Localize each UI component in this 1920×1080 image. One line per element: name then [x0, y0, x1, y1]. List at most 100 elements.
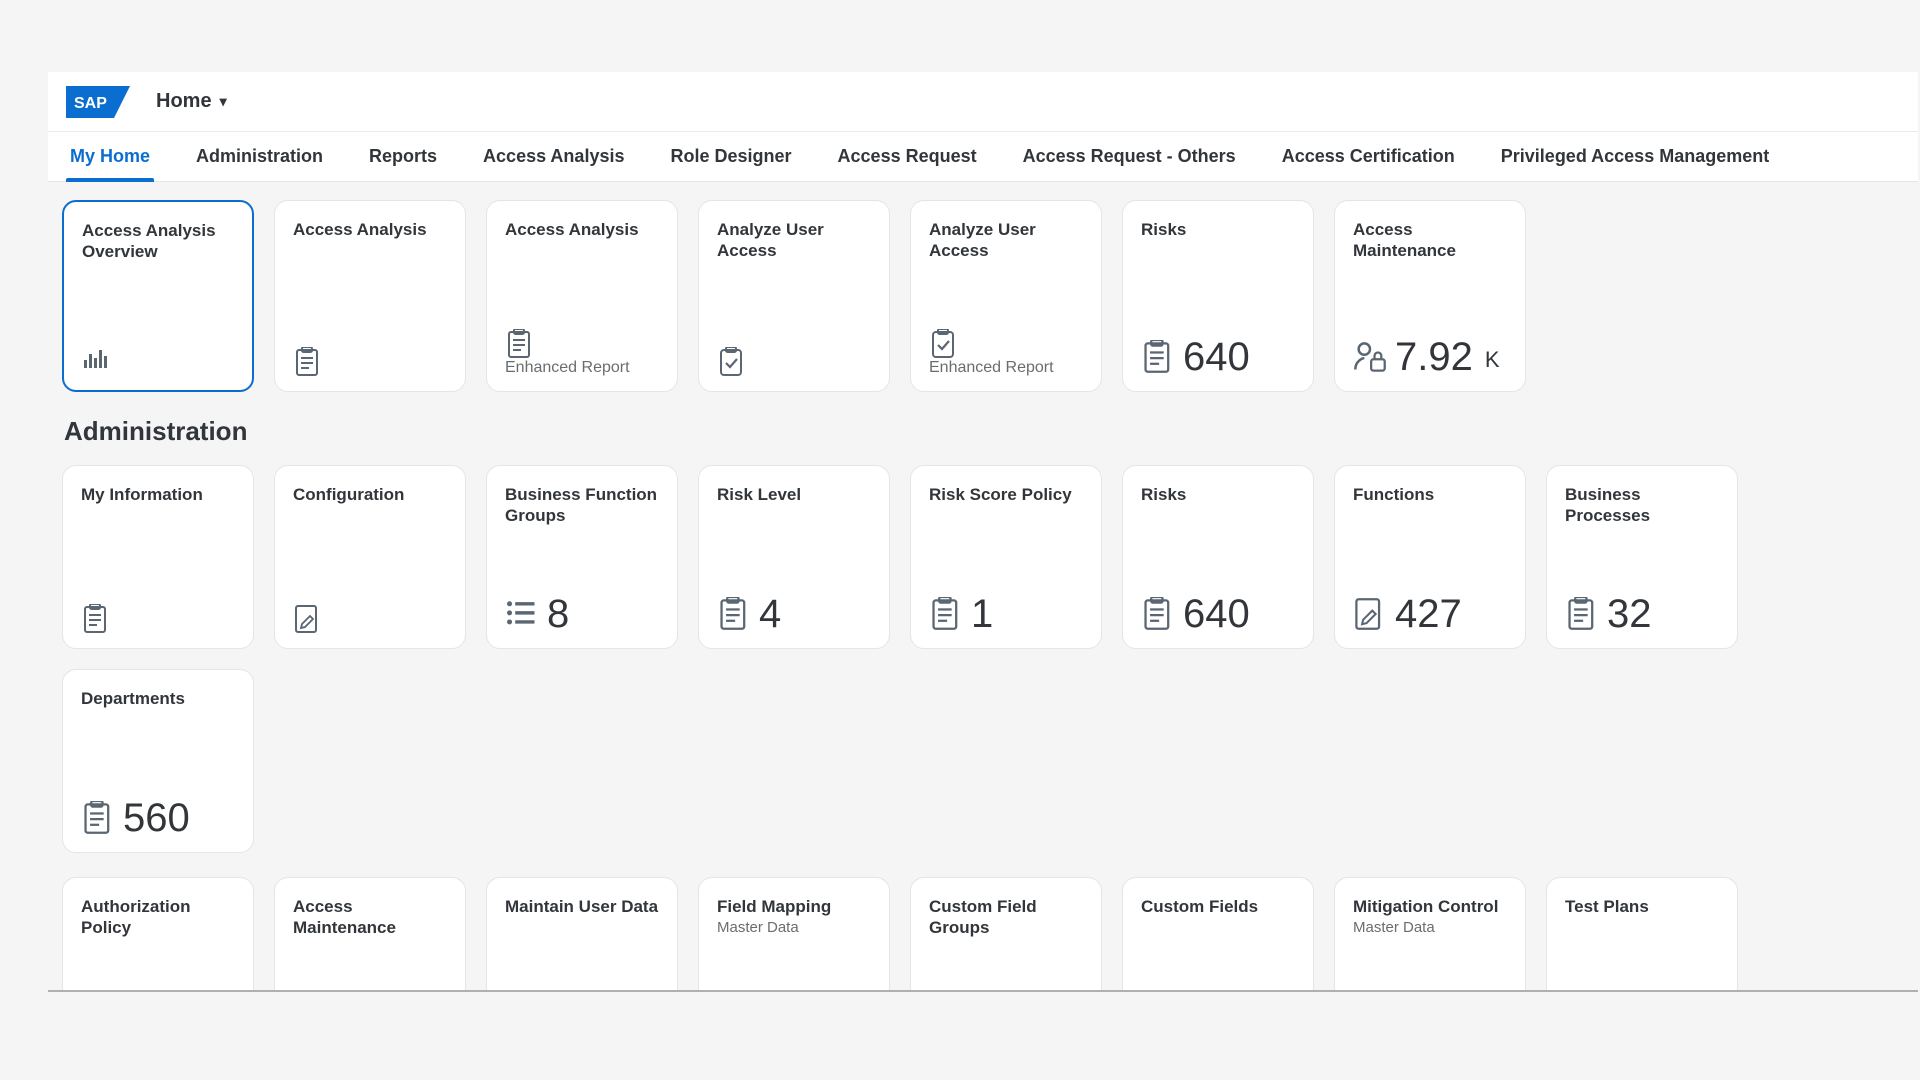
tile-access-analysis[interactable]: Access Analysis Enhanced Report — [486, 200, 678, 392]
tab-reports[interactable]: Reports — [365, 146, 441, 181]
clipboard-list-icon — [717, 597, 751, 631]
tile-title: My Information — [81, 484, 235, 505]
tab-role-designer[interactable]: Role Designer — [666, 146, 795, 181]
tab-access-request-others[interactable]: Access Request - Others — [1019, 146, 1240, 181]
tile-title: Access Maintenance — [1353, 219, 1507, 262]
admin-tile-row-2: Authorization Policy Access Maintenance7.… — [60, 877, 1906, 992]
tab-my-home[interactable]: My Home — [66, 146, 154, 181]
admin-tile-row-1: My Information Configuration Business Func… — [60, 465, 1906, 853]
user-lock-icon — [1353, 340, 1387, 374]
clipboard-list-icon — [81, 604, 111, 634]
tile-access-analysis[interactable]: Access Analysis — [274, 200, 466, 392]
tab-access-request[interactable]: Access Request — [834, 146, 981, 181]
content-area: Access Analysis OverviewAccess AnalysisA… — [48, 182, 1918, 992]
tile-title: Authorization Policy — [81, 896, 235, 939]
tab-label: Access Request - Others — [1023, 146, 1236, 166]
clipboard-list-icon — [293, 347, 323, 377]
bottom-divider — [48, 990, 1918, 992]
tile-title: Access Maintenance — [293, 896, 447, 939]
tile-mitigation-control[interactable]: Mitigation ControlMaster Data5 — [1334, 877, 1526, 992]
tile-authorization-policy[interactable]: Authorization Policy — [62, 877, 254, 992]
tile-risk-score-policy[interactable]: Risk Score Policy 1 — [910, 465, 1102, 649]
tile-title: Maintain User Data — [505, 896, 659, 917]
tile-business-function-groups[interactable]: Business Function Groups8 — [486, 465, 678, 649]
tile-title: Risk Score Policy — [929, 484, 1083, 505]
tile-title: Mitigation Control — [1353, 896, 1507, 917]
tile-risk-level[interactable]: Risk Level4 — [698, 465, 890, 649]
tile-title: Business Processes — [1565, 484, 1719, 527]
tile-custom-fields[interactable]: Custom Fields6 — [1122, 877, 1314, 992]
tile-title: Access Analysis Overview — [82, 220, 234, 263]
clipboard-list-icon — [81, 801, 115, 835]
home-dropdown[interactable]: Home ▾ — [156, 90, 227, 113]
tile-departments[interactable]: Departments560 — [62, 669, 254, 853]
tile-title: Business Function Groups — [505, 484, 659, 527]
tile-title: Custom Field Groups — [929, 896, 1083, 939]
tile-title: Risks — [1141, 219, 1295, 240]
tile-value: 32 — [1607, 594, 1652, 634]
doc-edit-icon — [1353, 597, 1387, 631]
tile-risks[interactable]: Risks 640 — [1122, 200, 1314, 392]
tile-value: 640 — [1183, 594, 1250, 634]
list-icon — [505, 597, 539, 631]
clipboard-check-icon — [929, 329, 959, 359]
tile-value: 4 — [759, 594, 781, 634]
tile-custom-field-groups[interactable]: Custom Field Groups2 — [910, 877, 1102, 992]
tile-access-maintenance[interactable]: Access Maintenance7.92K — [1334, 200, 1526, 392]
tile-title: Custom Fields — [1141, 896, 1295, 917]
tab-access-certification[interactable]: Access Certification — [1278, 146, 1459, 181]
shellbar: SAP Home ▾ — [48, 72, 1918, 132]
clipboard-check-icon — [717, 347, 747, 377]
tab-access-analysis[interactable]: Access Analysis — [479, 146, 628, 181]
doc-edit-icon — [293, 604, 323, 634]
chevron-down-icon: ▾ — [220, 93, 227, 110]
nav-tabs: My Home Administration Reports Access An… — [48, 132, 1918, 182]
tile-analyze-user-access[interactable]: Analyze User Access — [698, 200, 890, 392]
tile-footer: Enhanced Report — [929, 359, 1083, 377]
tab-label: Privileged Access Management — [1501, 146, 1769, 166]
tile-value: 427 — [1395, 594, 1462, 634]
tile-title: Configuration — [293, 484, 447, 505]
tile-title: Test Plans — [1565, 896, 1719, 917]
bar-chart-icon — [82, 346, 112, 376]
tile-value: 640 — [1183, 337, 1250, 377]
tile-subtitle: Master Data — [717, 919, 871, 936]
tile-title: Departments — [81, 688, 235, 709]
tab-label: Role Designer — [670, 146, 791, 166]
tile-title: Access Analysis — [505, 219, 659, 240]
clipboard-list-icon — [505, 329, 535, 359]
tile-unit: K — [1485, 347, 1500, 373]
tile-subtitle: Master Data — [1353, 919, 1507, 936]
clipboard-list-icon — [1141, 597, 1175, 631]
tile-title: Access Analysis — [293, 219, 447, 240]
tab-administration[interactable]: Administration — [192, 146, 327, 181]
tile-title: Risks — [1141, 484, 1295, 505]
tile-risks[interactable]: Risks 640 — [1122, 465, 1314, 649]
tab-privileged-access-management[interactable]: Privileged Access Management — [1497, 146, 1773, 181]
tile-title: Analyze User Access — [929, 219, 1083, 262]
tile-field-mapping[interactable]: Field MappingMaster Data — [698, 877, 890, 992]
tab-label: My Home — [70, 146, 150, 166]
tile-footer: Enhanced Report — [505, 359, 659, 377]
tile-title: Analyze User Access — [717, 219, 871, 262]
tile-test-plans[interactable]: Test Plans60 — [1546, 877, 1738, 992]
tile-analyze-user-access[interactable]: Analyze User Access Enhanced Report — [910, 200, 1102, 392]
home-label: Home — [156, 90, 212, 113]
sap-logo: SAP — [66, 86, 130, 118]
tile-configuration[interactable]: Configuration — [274, 465, 466, 649]
tile-maintain-user-data[interactable]: Maintain User Data17.2K — [486, 877, 678, 992]
section-title-administration: Administration — [64, 416, 1906, 447]
tile-access-maintenance[interactable]: Access Maintenance7.92K — [274, 877, 466, 992]
tile-value: 1 — [971, 594, 993, 634]
tab-label: Access Analysis — [483, 146, 624, 166]
svg-text:SAP: SAP — [74, 95, 107, 112]
clipboard-list-icon — [1141, 340, 1175, 374]
tile-my-information[interactable]: My Information — [62, 465, 254, 649]
clipboard-list-icon — [929, 597, 963, 631]
tab-label: Administration — [196, 146, 323, 166]
tile-business-processes[interactable]: Business Processes 32 — [1546, 465, 1738, 649]
tile-access-analysis-overview[interactable]: Access Analysis Overview — [62, 200, 254, 392]
tab-label: Access Certification — [1282, 146, 1455, 166]
tile-functions[interactable]: Functions427 — [1334, 465, 1526, 649]
top-tile-row: Access Analysis OverviewAccess AnalysisA… — [60, 200, 1906, 392]
